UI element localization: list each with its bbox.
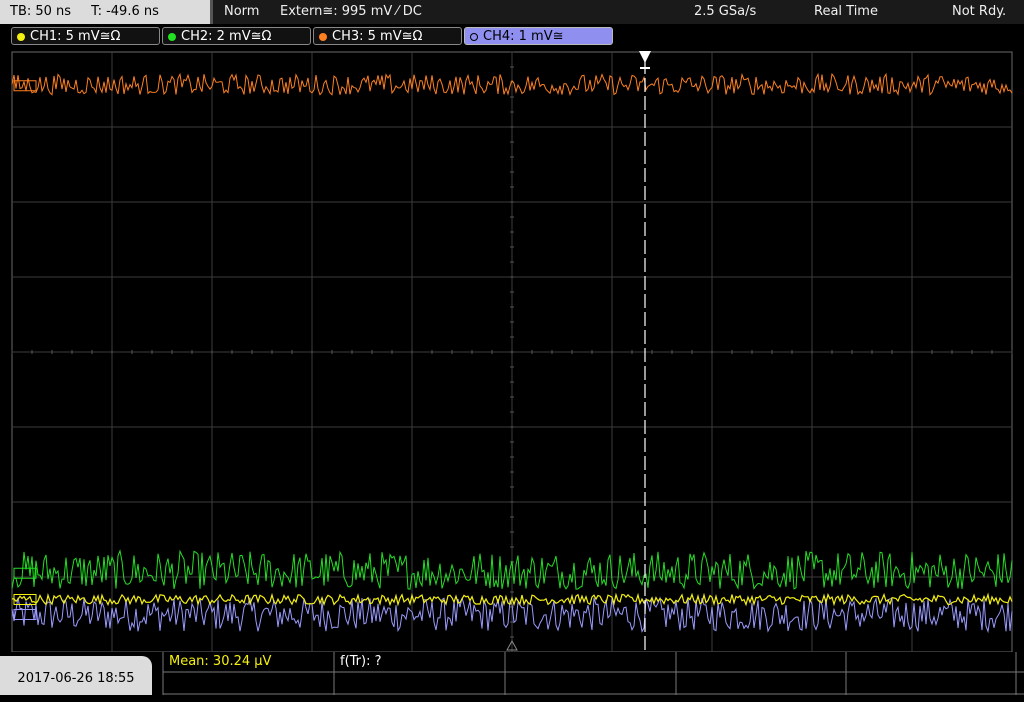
waveform-display[interactable] [0,48,1024,652]
sample-rate: 2.5 GSa/s [694,4,757,19]
timebase-panel[interactable]: TB: 50 ns T: -49.6 ns [0,0,213,24]
measurement-bar: Mean: 30.24 µV f(Tr): ? [0,652,1024,695]
ch3-dot-icon [319,33,327,41]
ch4-dot-icon [470,33,478,41]
frequency-measurement[interactable]: f(Tr): ? [340,654,382,669]
ch1-dot-icon [17,33,25,41]
ch1-label: CH1: 5 mV≅Ω [30,29,121,44]
ch2-dot-icon [168,33,176,41]
ch2-label: CH2: 2 mV≅Ω [181,29,272,44]
trigger-mode[interactable]: Norm [224,0,259,24]
tab-ch3[interactable]: CH3: 5 mV≅Ω [313,27,462,45]
measurement-bar-lines [162,652,1024,695]
status-bar: TB: 50 ns T: -49.6 ns Norm Extern≅: 995 m… [0,0,1024,24]
timebase-value: TB: 50 ns [10,4,72,19]
ch3-label: CH3: 5 mV≅Ω [332,29,423,44]
ch4-label: CH4: 1 mV≅ [483,29,564,44]
datetime-display: 2017-06-26 18:55 [0,656,152,695]
acquisition-mode: Real Time [814,4,878,19]
trigger-source[interactable]: Extern≅: 995 mV ⁄ DC [280,0,422,24]
trigger-time-value: T: -49.6 ns [91,4,159,19]
channel-tabs: CH1: 5 mV≅Ω CH2: 2 mV≅Ω CH3: 5 mV≅Ω CH4:… [0,24,1024,48]
tab-ch1[interactable]: CH1: 5 mV≅Ω [11,27,160,45]
trigger-position-icon [639,51,651,63]
mean-measurement[interactable]: Mean: 30.24 µV [169,654,271,669]
tab-ch4[interactable]: CH4: 1 mV≅ [464,27,613,45]
tab-ch2[interactable]: CH2: 2 mV≅Ω [162,27,311,45]
trigger-status: Not Rdy. [952,4,1007,19]
